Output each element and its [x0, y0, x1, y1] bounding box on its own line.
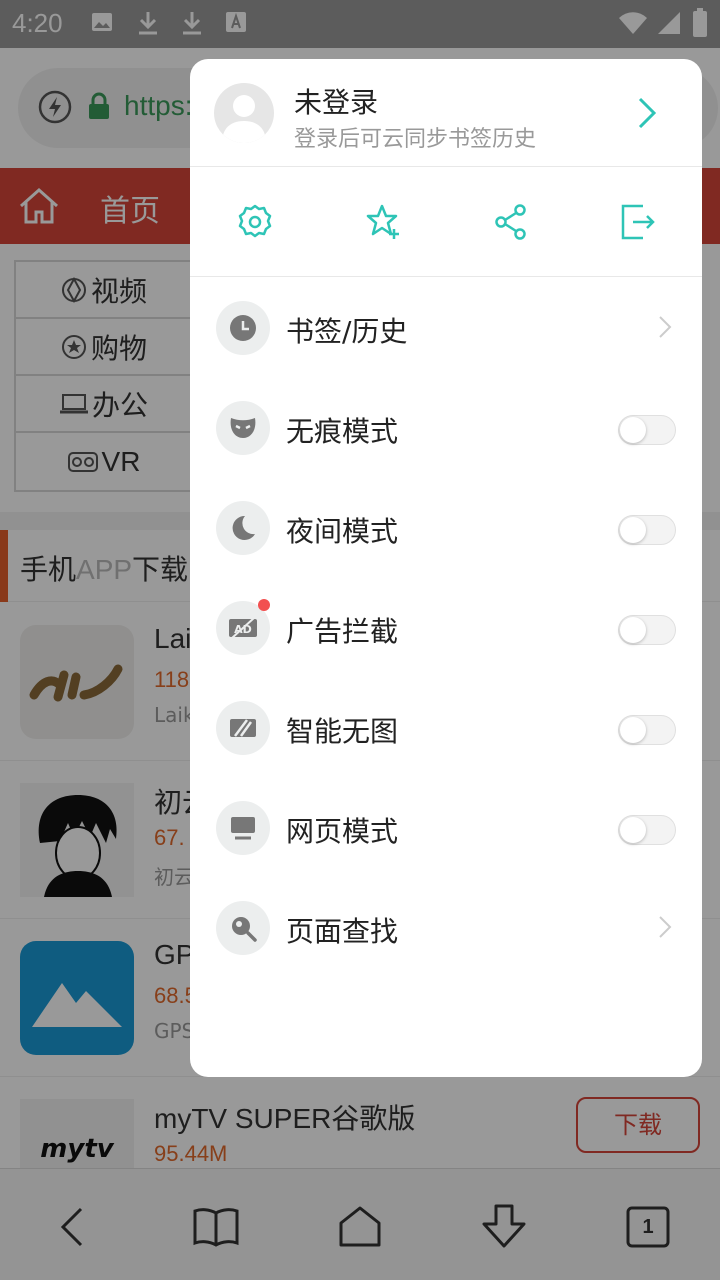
moon-icon	[216, 501, 270, 555]
menu-item-bookmarks-history[interactable]: 书签/历史	[190, 277, 702, 377]
chevron-right-icon	[658, 915, 672, 943]
menu-item-night-mode[interactable]: 夜间模式	[190, 477, 702, 577]
user-login-row[interactable]: 未登录 登录后可云同步书签历史	[190, 59, 702, 167]
notification-badge	[258, 599, 270, 611]
search-icon	[216, 901, 270, 955]
menu-item-label: 网页模式	[286, 815, 399, 848]
ad-block-toggle[interactable]	[618, 615, 676, 645]
desktop-mode-toggle[interactable]	[618, 815, 676, 845]
menu-item-find-in-page[interactable]: 页面查找	[190, 877, 702, 977]
menu-item-desktop-mode[interactable]: 网页模式	[190, 777, 702, 877]
menu-item-no-image[interactable]: 智能无图	[190, 677, 702, 777]
menu-item-label: 无痕模式	[286, 415, 399, 448]
menu-item-label: 书签/历史	[286, 315, 408, 348]
incognito-toggle[interactable]	[618, 415, 676, 445]
add-bookmark-icon[interactable]	[363, 202, 403, 242]
chevron-right-icon	[658, 315, 672, 343]
menu-item-label: 智能无图	[286, 715, 399, 748]
avatar	[214, 83, 274, 143]
no-image-toggle[interactable]	[618, 715, 676, 745]
browser-menu-panel: 未登录 登录后可云同步书签历史 书签/历史 无痕模式 夜间模式 AD 广告拦截 …	[190, 59, 702, 1077]
user-name: 未登录	[294, 86, 379, 119]
quick-actions-row	[190, 167, 702, 277]
menu-item-label: 夜间模式	[286, 515, 399, 548]
clock-icon	[216, 301, 270, 355]
settings-icon[interactable]	[235, 202, 275, 242]
menu-item-ad-block[interactable]: AD 广告拦截	[190, 577, 702, 677]
menu-item-label: 广告拦截	[286, 615, 399, 648]
no-image-icon	[216, 701, 270, 755]
incognito-mask-icon	[216, 401, 270, 455]
menu-item-incognito[interactable]: 无痕模式	[190, 377, 702, 477]
exit-icon[interactable]	[618, 202, 658, 242]
night-mode-toggle[interactable]	[618, 515, 676, 545]
share-icon[interactable]	[491, 202, 531, 242]
menu-item-label: 页面查找	[286, 915, 399, 948]
chevron-right-icon[interactable]	[636, 95, 658, 135]
monitor-icon	[216, 801, 270, 855]
user-subtitle: 登录后可云同步书签历史	[294, 127, 537, 152]
